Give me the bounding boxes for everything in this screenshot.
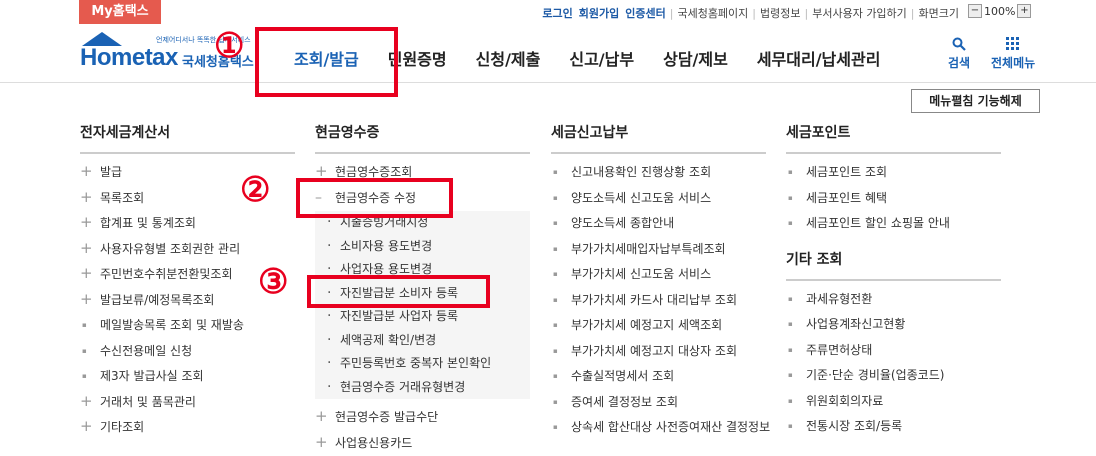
column-title: 세금포인트	[786, 124, 1001, 154]
column-title: 세금신고납부	[551, 124, 766, 154]
submenu-item[interactable]: 현금영수증 거래유형변경	[315, 376, 530, 400]
grid-menu-icon	[991, 36, 1035, 54]
all-menu-label: 전체메뉴	[991, 56, 1035, 70]
menu-item[interactable]: 수신전용메일 신청	[80, 339, 295, 365]
submenu-item[interactable]: 세액공제 확인/변경	[315, 329, 530, 353]
menu-item[interactable]: 위원회회의자료	[786, 389, 1001, 415]
menu-item[interactable]: 제3자 발급사실 조회	[80, 364, 295, 390]
annotation-box-2	[296, 178, 453, 218]
nts-homepage-link[interactable]: 국세청홈페이지	[674, 5, 751, 21]
submenu-item[interactable]: 자진발급분 사업자 등록	[315, 305, 530, 329]
logo-home: Hom	[80, 44, 132, 71]
gnb-tax-agent[interactable]: 세무대리/납세관리	[757, 46, 881, 70]
column-title: 현금영수증	[315, 124, 530, 154]
column-tax-report-pay: 세금신고납부 신고내용확인 진행상황 조회 양도소득세 신고도움 서비스 양도소…	[551, 124, 766, 441]
signup-link[interactable]: 회원가입	[576, 5, 622, 21]
login-link[interactable]: 로그인	[539, 5, 575, 21]
zoom-out-button[interactable]: −	[968, 4, 982, 18]
law-info-link[interactable]: 법령정보	[757, 5, 803, 21]
menu-item[interactable]: 증여세 결정정보 조회	[551, 390, 766, 416]
search-icon	[948, 36, 970, 54]
annotation-number-3: ③	[258, 262, 288, 302]
menu-item[interactable]: 합계표 및 통계조회	[80, 211, 295, 237]
menu-item[interactable]: 부가가치세 카드사 대리납부 조회	[551, 288, 766, 314]
column-tax-point: 세금포인트 세금포인트 조회 세금포인트 혜택 세금포인트 할인 쇼핑몰 안내 …	[786, 124, 1001, 440]
my-hometax-button[interactable]: My홈택스	[79, 0, 161, 24]
menu-item[interactable]: 기준·단순 경비율(업종코드)	[786, 363, 1001, 389]
gnb-report-pay[interactable]: 신고/납부	[569, 46, 634, 70]
menu-item[interactable]: 세금포인트 조회	[786, 160, 1001, 186]
menu-item[interactable]: 세금포인트 할인 쇼핑몰 안내	[786, 211, 1001, 237]
zoom-value: 100%	[984, 5, 1015, 18]
menu-item[interactable]: 기타조회	[80, 415, 295, 441]
screen-size-label: 화면크기	[916, 5, 962, 21]
logo-wordmark: Hometax	[80, 44, 178, 72]
menu-expand-release-button[interactable]: 메뉴펼침 기능해제	[911, 89, 1040, 113]
main-header: 언제어디서나 똑똑한 납세서비스 Hometax 국세청홈택스 조회/발급 민원…	[0, 24, 1096, 83]
logo-tax: etax	[132, 44, 178, 71]
menu-item[interactable]: 부가가치세 신고도움 서비스	[551, 262, 766, 288]
annotation-box-1	[255, 27, 398, 97]
annotation-number-1: ①	[214, 26, 244, 66]
menu-item[interactable]: 전통시장 조회/등록	[786, 414, 1001, 440]
gnb-apply-submit[interactable]: 신청/제출	[476, 46, 541, 70]
menu-item[interactable]: 양도소득세 종합안내	[551, 211, 766, 237]
utility-links: 로그인 회원가입 인증센터 | 국세청홈페이지 | 법령정보 | 부서사용자 가…	[539, 5, 962, 21]
menu-item[interactable]: 거래처 및 품목관리	[80, 390, 295, 416]
menu-item[interactable]: 현금영수증 발급수단	[315, 405, 530, 431]
cert-center-link[interactable]: 인증센터	[622, 5, 668, 21]
menu-item[interactable]: 세금포인트 혜택	[786, 186, 1001, 212]
menu-item[interactable]: 사업용계좌신고현황	[786, 312, 1001, 338]
annotation-box-3	[307, 275, 490, 308]
menu-item[interactable]: 사업용신용카드	[315, 431, 530, 456]
menu-item[interactable]: 부가가치세 예정고지 대상자 조회	[551, 339, 766, 365]
search-label: 검색	[948, 56, 970, 70]
zoom-control: − 100% +	[966, 4, 1033, 18]
menu-item[interactable]: 사용자유형별 조회권한 관리	[80, 237, 295, 263]
search-button[interactable]: 검색	[948, 36, 970, 71]
menu-item[interactable]: 수출실적명세서 조회	[551, 364, 766, 390]
all-menu-button[interactable]: 전체메뉴	[991, 36, 1035, 71]
annotation-number-2: ②	[240, 170, 270, 210]
zoom-in-button[interactable]: +	[1017, 4, 1031, 18]
top-utility-bar: My홈택스 로그인 회원가입 인증센터 | 국세청홈페이지 | 법령정보 | 부…	[0, 0, 1096, 24]
submenu-item[interactable]: 주민등록번호 중복자 본인확인	[315, 352, 530, 376]
submenu-item[interactable]: 소비자용 용도변경	[315, 235, 530, 259]
menu-item[interactable]: 상속세 합산대상 사전증여재산 결정정보	[551, 415, 766, 441]
menu-item[interactable]: 양도소득세 신고도움 서비스	[551, 186, 766, 212]
menu-item[interactable]: 주류면허상태	[786, 338, 1001, 364]
dept-user-signup-link[interactable]: 부서사용자 가입하기	[809, 5, 910, 21]
menu-item[interactable]: 부가가치세 예정고지 세액조회	[551, 313, 766, 339]
gnb-consult-report[interactable]: 상담/제보	[663, 46, 728, 70]
column-title: 전자세금계산서	[80, 124, 295, 154]
menu-item[interactable]: 부가가치세매입자납부특례조회	[551, 237, 766, 263]
column-title-other: 기타 조회	[786, 251, 1001, 281]
menu-item[interactable]: 과세유형전환	[786, 287, 1001, 313]
menu-item[interactable]: 메일발송목록 조회 및 재발송	[80, 313, 295, 339]
menu-item[interactable]: 신고내용확인 진행상황 조회	[551, 160, 766, 186]
